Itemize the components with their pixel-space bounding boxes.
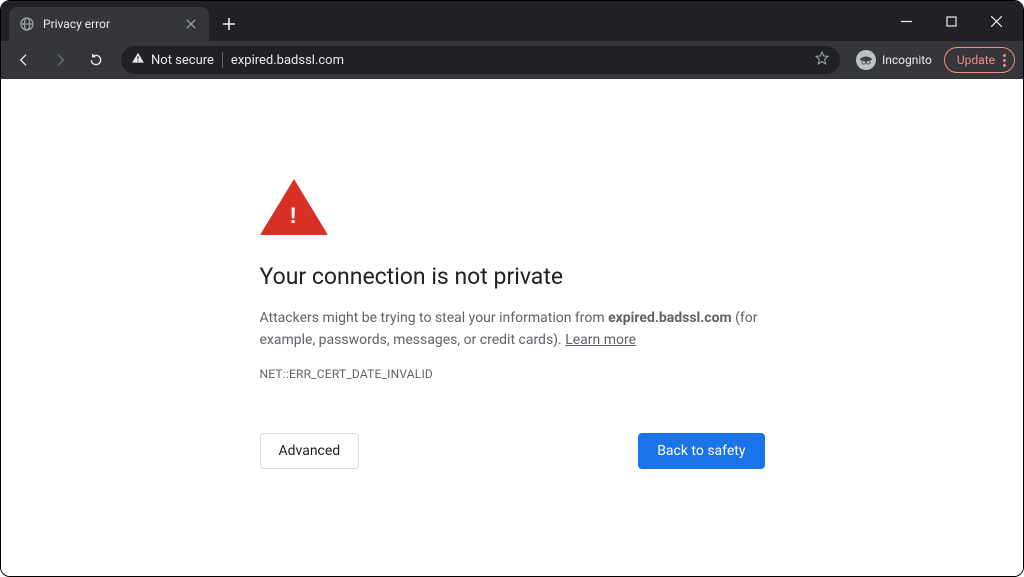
incognito-label: Incognito [882, 53, 932, 67]
page-content: Your connection is not private Attackers… [1, 79, 1023, 576]
browser-window: Privacy error [0, 0, 1024, 577]
maximize-button[interactable] [929, 6, 974, 36]
back-to-safety-button[interactable]: Back to safety [638, 433, 764, 469]
close-tab-icon[interactable] [183, 16, 199, 32]
tab-title: Privacy error [43, 17, 175, 31]
incognito-icon [856, 50, 876, 70]
back-button[interactable] [9, 45, 39, 75]
interstitial-buttons: Advanced Back to safety [260, 433, 765, 469]
menu-dots-icon [1003, 54, 1008, 67]
address-bar[interactable]: Not secure expired.badssl.com [121, 46, 840, 74]
omnibox-divider [222, 52, 223, 68]
browser-tab[interactable]: Privacy error [9, 7, 209, 41]
learn-more-link[interactable]: Learn more [565, 332, 636, 348]
interstitial-body: Attackers might be trying to steal your … [260, 308, 765, 351]
interstitial-headline: Your connection is not private [260, 263, 765, 290]
close-window-button[interactable] [974, 6, 1019, 36]
security-chip[interactable]: Not secure [131, 51, 214, 69]
globe-icon [19, 16, 35, 32]
danger-triangle-icon [260, 179, 328, 235]
forward-button[interactable] [45, 45, 75, 75]
update-button[interactable]: Update [944, 47, 1015, 73]
new-tab-button[interactable] [215, 10, 243, 38]
incognito-indicator[interactable]: Incognito [850, 50, 938, 70]
warning-triangle-icon [131, 51, 145, 69]
hostname: expired.badssl.com [608, 310, 731, 326]
update-label: Update [957, 53, 995, 67]
minimize-button[interactable] [884, 6, 929, 36]
error-code: NET::ERR_CERT_DATE_INVALID [260, 367, 765, 381]
url-text: expired.badssl.com [231, 53, 806, 68]
tab-strip: Privacy error [1, 1, 1023, 41]
security-label: Not secure [151, 53, 214, 68]
reload-button[interactable] [81, 45, 111, 75]
advanced-button[interactable]: Advanced [260, 433, 360, 469]
body-prefix: Attackers might be trying to steal your … [260, 310, 609, 326]
ssl-interstitial: Your connection is not private Attackers… [260, 179, 765, 576]
toolbar: Not secure expired.badssl.com Incognito … [1, 41, 1023, 79]
window-controls [884, 1, 1019, 41]
bookmark-star-icon[interactable] [814, 50, 830, 70]
